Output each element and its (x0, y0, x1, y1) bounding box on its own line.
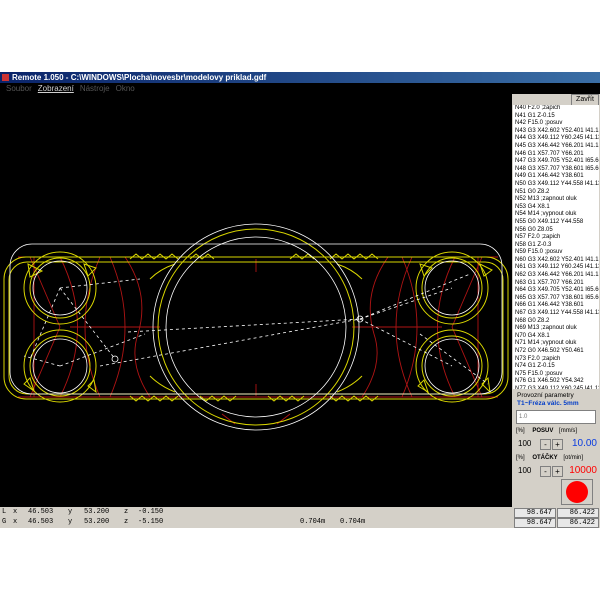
gcode-line[interactable]: N65 G3 X57.707 Y38.601 I65.605 (513, 295, 599, 303)
gcode-line[interactable]: N77 G3 X49.112 Y60.245 I41.132 (513, 386, 599, 389)
row1-prefix: L (2, 508, 7, 516)
status-bar: L x 46.503 y 53.200 z -0.150 98.647 86.4… (0, 507, 600, 528)
gcode-line[interactable]: N73 F2.0 ;zapich (513, 356, 599, 364)
gcode-line[interactable]: N71 M14 ;vypnout oluk (513, 340, 599, 348)
row2-x: 46.503 (28, 518, 54, 526)
side-panel: Zavřít N40 F2.0 ;zapich N41 G1 Z-0.15 N42 … (512, 94, 600, 507)
menu-bar: Soubor Zobrazení Nástroje Okno (0, 83, 600, 94)
row2-readout-1: 98.647 (514, 518, 556, 528)
gcode-line[interactable]: N68 G0 Z8.2 (513, 318, 599, 326)
gcode-line[interactable]: N48 G3 X57.707 Y38.601 I65.605 (513, 166, 599, 174)
gcode-line[interactable]: N49 G1 X46.442 Y38.601 (513, 173, 599, 181)
app-window: Remote 1.050 - C:\WINDOWS\Plocha\novesbr… (0, 72, 600, 528)
row1-y: 53.200 (84, 508, 110, 516)
menu-zobrazeni[interactable]: Zobrazení (38, 84, 74, 93)
gcode-line[interactable]: N45 G3 X46.442 Y66.201 I41.132 (513, 143, 599, 151)
params-title: Provozní parametry (517, 392, 574, 399)
gcode-line[interactable]: N60 G3 X42.602 Y52.401 I41.132 (513, 257, 599, 265)
row1-z-label: z (124, 508, 129, 516)
menu-nastroje[interactable]: Nástroje (80, 84, 110, 93)
feed-row: 100 - + 10.00 (516, 438, 600, 450)
speed-row: 100 - + 10000 (516, 465, 600, 477)
gcode-line[interactable]: N67 G3 X49.112 Y44.558 I41.132 (513, 310, 599, 318)
toolpath-canvas[interactable] (0, 94, 512, 507)
speed-label: OTÁČKY (532, 455, 558, 461)
feed-percent-unit: [%] (516, 428, 525, 434)
tool-label: T1~Fréza válc. 5mm (517, 400, 579, 407)
speed-value: 10000 (569, 465, 597, 476)
row2-readout-2: 86.422 (557, 518, 599, 528)
gcode-line[interactable]: N74 G1 Z-0.15 (513, 363, 599, 371)
gcode-line[interactable]: N62 G3 X46.442 Y66.201 I41.132 (513, 272, 599, 280)
gcode-line[interactable]: N43 G3 X42.602 Y52.401 I41.132 (513, 128, 599, 136)
speed-unit: [ot/min] (563, 455, 584, 461)
speed-minus-button[interactable]: - (540, 466, 551, 477)
gcode-line[interactable]: N50 G3 X49.112 Y44.558 I41.132 (513, 181, 599, 189)
row1-x: 46.503 (28, 508, 54, 516)
gcode-line[interactable]: N69 M13 ;zapnout oluk (513, 325, 599, 333)
gcode-line[interactable]: N70 G4 X8.1 (513, 333, 599, 341)
gcode-line[interactable]: N72 G0 X46.502 Y50.461 (513, 348, 599, 356)
feed-header: [%] POSUV [mm/s] (516, 428, 577, 434)
menu-soubor[interactable]: Soubor (6, 84, 32, 93)
speed-percent: 100 (518, 466, 532, 475)
status-row-global: G x 46.503 y 53.200 z -5.150 0.704m 0.70… (0, 517, 600, 528)
gcode-line[interactable]: N51 G0 Z8.2 (513, 189, 599, 197)
feed-percent: 100 (518, 439, 532, 448)
gcode-line[interactable]: N55 G0 X49.112 Y44.558 (513, 219, 599, 227)
feed-label: POSUV (532, 428, 554, 434)
gcode-line[interactable]: N46 G1 X57.707 Y66.201 (513, 151, 599, 159)
window-title: Remote 1.050 - C:\WINDOWS\Plocha\novesbr… (12, 73, 267, 82)
stop-button[interactable] (561, 479, 593, 505)
gcode-line[interactable]: N64 G3 X49.705 Y52.401 I65.605 (513, 287, 599, 295)
row2-prefix: G (2, 518, 7, 526)
row2-x-label: x (13, 518, 18, 526)
gcode-line[interactable]: N61 G3 X49.112 Y60.245 I41.132 (513, 264, 599, 272)
speed-header: [%] OTÁČKY [ot/min] (516, 455, 583, 461)
gcode-line[interactable]: N75 F15.0 ;posuv (513, 371, 599, 379)
param-input[interactable]: 1.0 (516, 410, 596, 424)
gcode-line[interactable]: N56 G0 Z8.05 (513, 227, 599, 235)
feed-value: 10.00 (571, 438, 597, 449)
gcode-line[interactable]: N76 G1 X46.502 Y54.342 (513, 378, 599, 386)
row2-y: 53.200 (84, 518, 110, 526)
gcode-line[interactable]: N42 F15.0 ;posuv (513, 120, 599, 128)
gcode-line[interactable]: N54 M14 ;vypnout oluk (513, 211, 599, 219)
row1-y-label: y (68, 508, 73, 516)
row2-z: -5.150 (138, 518, 164, 526)
gcode-line[interactable]: N47 G3 X49.705 Y52.401 I65.605 (513, 158, 599, 166)
row2-metric-2: 0.704m (340, 518, 366, 526)
feed-unit: [mm/s] (559, 428, 578, 434)
feed-minus-button[interactable]: - (540, 439, 551, 450)
row2-metric-1: 0.704m (300, 518, 326, 526)
gcode-line[interactable]: N40 F2.0 ;zapich (513, 105, 599, 113)
feed-plus-button[interactable]: + (552, 439, 563, 450)
operating-params-panel: Provozní parametry T1~Fréza válc. 5mm 1.… (513, 391, 599, 506)
gcode-line[interactable]: N44 G3 X49.112 Y60.245 I41.132 (513, 135, 599, 143)
speed-percent-unit: [%] (516, 455, 525, 461)
row1-x-label: x (13, 508, 18, 516)
app-icon (2, 74, 9, 81)
gcode-line[interactable]: N41 G1 Z-0.15 (513, 113, 599, 121)
row1-z: -0.150 (138, 508, 164, 516)
title-bar[interactable]: Remote 1.050 - C:\WINDOWS\Plocha\novesbr… (0, 72, 600, 83)
gcode-line[interactable]: N53 G4 X8.1 (513, 204, 599, 212)
status-row-local: L x 46.503 y 53.200 z -0.150 98.647 86.4… (0, 507, 600, 518)
gcode-line[interactable]: N52 M13 ;zapnout oluk (513, 196, 599, 204)
menu-okno[interactable]: Okno (116, 84, 135, 93)
gcode-line[interactable]: N59 F15.0 ;posuv (513, 249, 599, 257)
gcode-line[interactable]: N58 G1 Z-0.3 (513, 242, 599, 250)
row2-y-label: y (68, 518, 73, 526)
gcode-line[interactable]: N57 F2.0 ;zapich (513, 234, 599, 242)
stop-icon (566, 481, 588, 503)
row2-z-label: z (124, 518, 129, 526)
gcode-line[interactable]: N66 G1 X46.442 Y38.601 (513, 302, 599, 310)
speed-plus-button[interactable]: + (552, 466, 563, 477)
gcode-list[interactable]: N40 F2.0 ;zapich N41 G1 Z-0.15 N42 F15.0 ;… (513, 105, 599, 389)
gcode-line[interactable]: N63 G1 X57.707 Y66.201 (513, 280, 599, 288)
